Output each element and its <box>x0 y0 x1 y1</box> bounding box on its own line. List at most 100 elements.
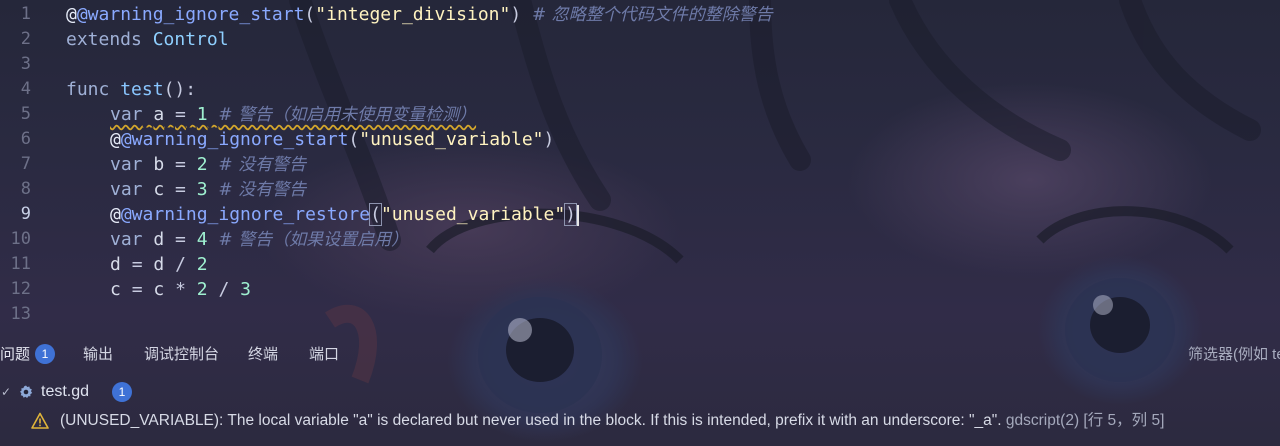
variable-name: a <box>153 104 165 125</box>
variable-name: d <box>110 254 121 275</box>
annotation-token: @ <box>110 129 121 150</box>
line-number: 5 <box>20 104 31 124</box>
problem-source: gdscript(2) <box>1005 412 1080 429</box>
problem-file-name: test.gd <box>41 383 90 400</box>
code-comment: # 没有警告 <box>218 155 307 175</box>
code-comment: # 忽略整个代码文件的整除警告 <box>532 5 773 25</box>
keyword: extends <box>66 29 142 50</box>
matching-bracket: ) <box>564 203 578 226</box>
operator: = <box>175 179 186 200</box>
string-literal: "integer_division" <box>315 4 511 25</box>
keyword: var <box>110 179 143 200</box>
variable-name: c <box>153 179 165 200</box>
chevron-down-icon[interactable]: ✓ <box>1 380 11 404</box>
code-line-9[interactable]: 9 @@warning_ignore_restore("unused_varia… <box>0 202 1280 227</box>
line-number: 1 <box>20 4 31 24</box>
code-line-5[interactable]: 5 var a = 1 # 警告（如启用未使用变量检测） <box>0 102 1280 127</box>
number-literal: 3 <box>240 279 251 300</box>
string-literal: "unused_variable" <box>359 129 544 150</box>
line-number: 7 <box>20 154 31 174</box>
operator: / <box>218 279 230 300</box>
line-number: 4 <box>20 79 31 99</box>
number-literal: 4 <box>196 229 208 250</box>
variable-name: b <box>153 154 165 175</box>
operator: = <box>131 279 143 300</box>
operator: = <box>175 104 186 125</box>
problem-message: (UNUSED_VARIABLE): The local variable "a… <box>60 412 1002 429</box>
variable-name: d <box>153 229 165 250</box>
string-literal: "unused_variable" <box>380 204 566 225</box>
code-line-11[interactable]: 11 d = d / 2 <box>0 252 1280 277</box>
operator: * <box>175 279 186 300</box>
warning-icon <box>31 412 49 429</box>
number-literal: 2 <box>196 254 208 275</box>
code-line-4[interactable]: 4 func test(): <box>0 77 1280 102</box>
line-number: 6 <box>20 129 31 149</box>
line-number-active: 9 <box>20 204 31 224</box>
line-number: 12 <box>10 279 31 299</box>
number-literal: 1 <box>196 104 208 125</box>
file-problem-count-badge: 1 <box>112 382 132 402</box>
code-line-1[interactable]: 1 @@warning_ignore_start("integer_divisi… <box>0 2 1280 27</box>
tab-output[interactable]: 输出 <box>83 343 113 367</box>
variable-name: c <box>153 279 165 300</box>
annotation-token: @ <box>66 4 77 25</box>
code-line-2[interactable]: 2 extends Control <box>0 27 1280 52</box>
code-line-3[interactable]: 3 <box>0 52 1280 77</box>
variable-name: d <box>153 254 165 275</box>
line-number: 8 <box>20 179 31 199</box>
line-number: 11 <box>10 254 31 274</box>
tab-terminal[interactable]: 终端 <box>248 343 278 367</box>
class-name: Control <box>152 29 229 50</box>
line-number: 3 <box>20 54 31 74</box>
code-comment: # 警告（如果设置启用） <box>218 230 409 250</box>
annotation-name: @warning_ignore_start <box>76 4 305 25</box>
code-line-6[interactable]: 6 @@warning_ignore_start("unused_variabl… <box>0 127 1280 152</box>
code-comment: # 警告（如启用未使用变量检测） <box>218 105 477 125</box>
annotation-name: @warning_ignore_restore <box>120 204 371 225</box>
matching-bracket: ( <box>369 203 382 226</box>
operator: = <box>175 154 186 175</box>
operator: / <box>175 254 186 275</box>
code-line-13[interactable]: 13 <box>0 302 1280 327</box>
number-literal: 2 <box>196 154 208 175</box>
code-line-12[interactable]: 12 c = c * 2 / 3 <box>0 277 1280 302</box>
gdscript-icon <box>20 385 33 398</box>
tab-label: 问题 <box>0 346 31 363</box>
code-line-7[interactable]: 7 var b = 2 # 没有警告 <box>0 152 1280 177</box>
text-cursor <box>577 204 580 226</box>
code-comment: # 没有警告 <box>218 180 307 200</box>
keyword: var <box>110 104 143 125</box>
operator: = <box>131 254 143 275</box>
line-number: 2 <box>20 29 31 49</box>
problem-item[interactable]: (UNUSED_VARIABLE): The local variable "a… <box>0 408 1280 434</box>
bottom-panel: 问题1 输出 调试控制台 终端 端口 筛选器(例如 text ✓ test.gd… <box>0 338 1280 446</box>
annotation-token: @ <box>110 204 121 225</box>
code-line-8[interactable]: 8 var c = 3 # 没有警告 <box>0 177 1280 202</box>
number-literal: 2 <box>196 279 208 300</box>
line-number: 13 <box>10 304 31 324</box>
line-number: 10 <box>10 229 31 249</box>
code-line-10[interactable]: 10 var d = 4 # 警告（如果设置启用） <box>0 227 1280 252</box>
problems-filter-input[interactable]: 筛选器(例如 text <box>1188 343 1280 367</box>
warning-squiggle[interactable]: var a = 1 # 警告（如启用未使用变量检测） <box>110 104 476 125</box>
code-expression: c = c * 2 / 3 <box>110 277 251 302</box>
code-editor[interactable]: 1 @@warning_ignore_start("integer_divisi… <box>0 0 1280 330</box>
panel-tab-bar: 问题1 输出 调试控制台 终端 端口 筛选器(例如 text <box>0 338 1280 372</box>
problem-file-group[interactable]: ✓ test.gd 1 <box>0 380 1280 404</box>
punctuation: (): <box>163 79 197 100</box>
function-name: test <box>120 79 164 100</box>
tab-ports[interactable]: 端口 <box>309 343 339 367</box>
keyword: func <box>66 79 110 100</box>
code-expression: d = d / 2 <box>110 252 208 277</box>
number-literal: 3 <box>196 179 208 200</box>
problems-count-badge: 1 <box>35 344 56 364</box>
tab-problems[interactable]: 问题 1 <box>0 343 56 367</box>
keyword: var <box>110 229 143 250</box>
variable-name: c <box>110 279 121 300</box>
problem-location: [行 5，列 5] <box>1083 412 1165 429</box>
operator: = <box>175 229 186 250</box>
tab-debug-console[interactable]: 调试控制台 <box>144 343 219 367</box>
annotation-name: @warning_ignore_start <box>120 129 349 150</box>
keyword: var <box>110 154 143 175</box>
